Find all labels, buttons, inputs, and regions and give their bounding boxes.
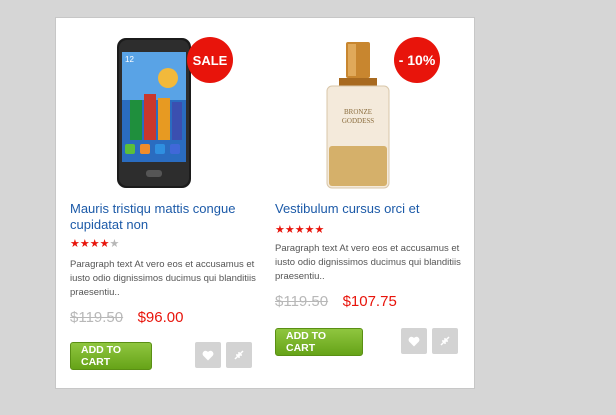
price-group: $119.50 $96.00 bbox=[70, 309, 183, 327]
perfume-bottle-image: BRONZE GODDESS bbox=[326, 42, 390, 189]
svg-text:BRONZE: BRONZE bbox=[344, 108, 372, 116]
wishlist-button[interactable] bbox=[401, 328, 427, 354]
old-price: $119.50 bbox=[70, 309, 124, 326]
product-image-phone[interactable]: 12 SALE bbox=[70, 18, 265, 196]
sale-badge: SALE bbox=[187, 37, 233, 83]
discount-badge: - 10% bbox=[394, 37, 440, 83]
star-icon: ★ bbox=[79, 238, 90, 250]
wishlist-button[interactable] bbox=[195, 342, 221, 368]
heart-icon bbox=[408, 336, 420, 346]
product-image-perfume[interactable]: BRONZE GODDESS - 10% bbox=[275, 18, 470, 196]
product-card: 12 SALE Mauris tristiqu mattis congue cu… bbox=[70, 18, 265, 370]
heart-icon bbox=[202, 350, 214, 360]
star-icon: ★ bbox=[314, 224, 325, 236]
sale-price: $96.00 bbox=[137, 309, 184, 326]
svg-text:GODDESS: GODDESS bbox=[342, 117, 374, 125]
rating-stars: ★★★★★ bbox=[70, 237, 119, 250]
compare-button[interactable] bbox=[432, 328, 458, 354]
compare-arrows-icon bbox=[440, 336, 450, 346]
product-title-link[interactable]: Vestibulum cursus orci et bbox=[275, 201, 465, 217]
product-description: Paragraph text At vero eos et accusamus … bbox=[70, 259, 256, 298]
star-icon: ★ bbox=[99, 238, 110, 250]
star-icon: ★ bbox=[70, 238, 80, 250]
sale-price: $107.75 bbox=[342, 293, 397, 310]
add-to-cart-button[interactable]: ADD TO CART bbox=[275, 328, 363, 356]
star-icon: ★ bbox=[284, 224, 295, 236]
svg-text:12: 12 bbox=[125, 55, 134, 64]
price-group: $119.50 $107.75 bbox=[275, 293, 397, 311]
star-icon: ★ bbox=[294, 224, 305, 236]
product-grid-panel: 12 SALE Mauris tristiqu mattis congue cu… bbox=[55, 17, 475, 389]
add-to-cart-button[interactable]: ADD TO CART bbox=[70, 342, 152, 370]
star-icon: ★ bbox=[304, 224, 315, 236]
rating-stars: ★★★★★ bbox=[275, 223, 324, 236]
star-empty-icon: ★ bbox=[109, 238, 120, 250]
compare-arrows-icon bbox=[234, 350, 244, 360]
compare-button[interactable] bbox=[226, 342, 252, 368]
smartphone-image: 12 bbox=[117, 38, 191, 188]
star-icon: ★ bbox=[275, 224, 285, 236]
product-title-link[interactable]: Mauris tristiqu mattis congue cupidatat … bbox=[70, 201, 260, 233]
product-card: BRONZE GODDESS - 10% Vestibulum cursus o… bbox=[275, 18, 470, 356]
star-icon: ★ bbox=[89, 238, 100, 250]
product-description: Paragraph text At vero eos et accusamus … bbox=[275, 243, 461, 282]
old-price: $119.50 bbox=[275, 293, 329, 310]
